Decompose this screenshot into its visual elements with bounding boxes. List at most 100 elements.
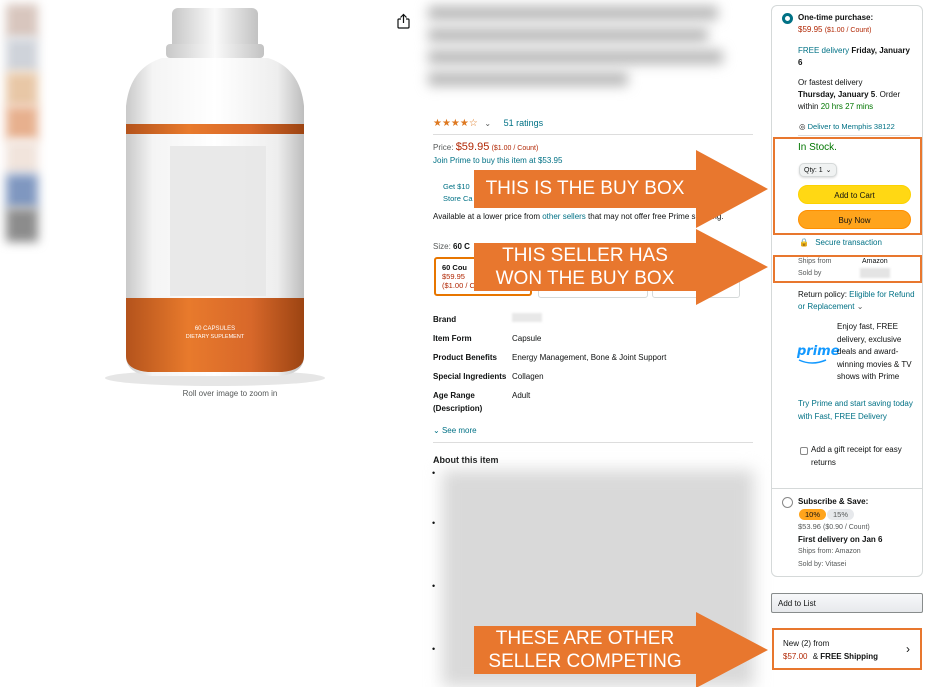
gift-receipt-label: Add a gift receipt for easy returns xyxy=(811,445,902,467)
price-unit: ($1.00 / Count) xyxy=(491,145,539,152)
fastest-delivery: Or fastest delivery Thursday, January 5.… xyxy=(798,77,916,113)
thumbnail[interactable] xyxy=(6,72,38,106)
chevron-down-icon: ⌄ xyxy=(433,426,440,435)
spec-key: Item Form xyxy=(433,334,472,343)
ratings-link[interactable]: 51 ratings xyxy=(504,118,544,128)
bullet-icon: • xyxy=(432,468,436,478)
countdown: 20 hrs 27 mins xyxy=(820,102,874,111)
deliver-to-row[interactable]: ◎ Deliver to Memphis 38122 xyxy=(799,122,895,131)
share-icon[interactable] xyxy=(395,13,412,30)
see-more-label: See more xyxy=(441,426,477,435)
secure-row[interactable]: 🔒 Secure transaction xyxy=(799,238,882,247)
coupon-line-2: Store Ca xyxy=(443,194,473,203)
callout-arrow-icon xyxy=(696,612,768,687)
secure-link: Secure transaction xyxy=(815,238,882,247)
spec-value: Energy Management, Bone & Joint Support xyxy=(512,353,667,362)
zoom-hint: Roll over image to zoom in xyxy=(182,389,278,398)
spec-value: Adult xyxy=(512,391,531,400)
divider xyxy=(433,134,753,135)
one-time-price: $59.95 xyxy=(798,25,823,34)
subscribe-radio[interactable] xyxy=(782,497,793,508)
delivery-info: FREE delivery Friday, January 6 xyxy=(798,45,916,69)
try-prime-link[interactable]: Try Prime and start saving today with Fa… xyxy=(798,398,914,423)
other-sellers-highlight xyxy=(772,628,922,670)
label-supplement: DIETARY SUPLEMENT xyxy=(186,334,245,340)
subscribe-sold-by: Sold by: Vitasei xyxy=(798,561,847,568)
one-time-unit: ($1.00 / Count) xyxy=(824,27,872,34)
one-time-radio[interactable] xyxy=(782,13,793,24)
join-prime-link[interactable]: Join Prime xyxy=(433,156,471,165)
spec-row: Item Form Capsule xyxy=(433,332,753,345)
label-capsules: 60 CAPSULES xyxy=(195,326,235,332)
spec-key: Special Ingredients xyxy=(433,372,507,381)
thumbnail[interactable] xyxy=(6,106,38,140)
bullet-icon: • xyxy=(432,644,436,654)
spec-key: Brand xyxy=(433,315,457,324)
subscribe-label: Subscribe & Save: xyxy=(798,497,869,506)
coupon-line-1: Get $10 xyxy=(443,182,470,191)
add-to-list-button[interactable]: Add to List xyxy=(771,593,923,613)
prime-description: Enjoy fast, FREE delivery, exclusive dea… xyxy=(837,322,912,381)
availability-note: Available at a lower price from other se… xyxy=(433,211,733,223)
spec-row: Age Range (Description) Adult xyxy=(433,389,753,415)
one-time-label: One-time purchase: xyxy=(798,13,874,22)
thumbnail[interactable] xyxy=(6,38,38,72)
see-more-link[interactable]: ⌄ See more xyxy=(433,426,477,435)
fastest-text: Or fastest delivery xyxy=(798,78,863,87)
thumbnail[interactable] xyxy=(6,174,38,208)
spec-row: Product Benefits Energy Management, Bone… xyxy=(433,351,753,364)
thumbnail[interactable] xyxy=(6,4,38,38)
product-specs: Brand Item Form Capsule Product Benefits… xyxy=(433,313,753,421)
spec-row: Special Ingredients Collagen xyxy=(433,370,753,383)
spec-value-redacted xyxy=(512,313,753,326)
thumbnail[interactable] xyxy=(6,140,38,174)
location-pin-icon: ◎ xyxy=(799,122,806,131)
seller-callout-line-1: THIS SELLER HAS xyxy=(502,245,668,266)
thumbnail[interactable] xyxy=(6,208,38,242)
seller-highlight xyxy=(773,255,922,283)
deliver-to-link: Deliver to Memphis 38122 xyxy=(807,122,895,131)
coupon-offer[interactable]: Get $10 Store Ca xyxy=(443,181,473,205)
divider xyxy=(771,488,923,489)
product-image[interactable]: 60 CAPSULES DIETARY SUPLEMENT xyxy=(92,6,338,386)
other-sellers-callout: THESE ARE OTHER SELLER COMPETING xyxy=(474,626,696,674)
spec-key: Product Benefits xyxy=(433,353,498,362)
spec-value: Capsule xyxy=(512,334,542,343)
prime-offer: Join Prime to buy this item at $53.95 xyxy=(433,156,562,165)
size-value: 60 C xyxy=(453,242,470,251)
size-label-row: Size: 60 C xyxy=(433,242,470,251)
first-delivery: First delivery on Jan 6 xyxy=(798,535,883,544)
return-policy: Return policy: Eligible for Refund or Re… xyxy=(798,289,916,313)
subscribe-ships-from: Ships from: Amazon xyxy=(798,548,861,555)
star-rating-icon[interactable]: ★★★★☆ xyxy=(433,118,478,129)
prime-offer-text[interactable]: to buy this item at $53.95 xyxy=(473,156,562,165)
avail-text-1: Available at a lower price from xyxy=(433,212,543,221)
one-time-price-row: $59.95 ($1.00 / Count) xyxy=(798,24,871,37)
spec-row: Brand xyxy=(433,313,753,326)
buy-box-highlight xyxy=(773,137,922,235)
other-sellers-link[interactable]: other sellers xyxy=(542,212,586,221)
price-row: Price: $59.95 ($1.00 / Count) xyxy=(433,141,538,153)
divider xyxy=(433,442,753,443)
discount-15-badge[interactable]: 15% xyxy=(827,509,855,520)
price-value: $59.95 xyxy=(455,141,490,153)
spec-value: Collagen xyxy=(512,372,544,381)
free-delivery-link[interactable]: FREE delivery xyxy=(798,46,849,55)
divider xyxy=(798,135,910,136)
thumbnail-strip xyxy=(6,4,38,242)
chevron-down-icon[interactable]: ⌄ xyxy=(484,119,491,128)
lock-icon: 🔒 xyxy=(799,238,809,247)
size-label: Size: xyxy=(433,242,454,251)
callout-arrow-icon xyxy=(696,229,768,305)
product-title-blurred xyxy=(428,6,728,112)
rating-row: ★★★★☆ ⌄ 51 ratings xyxy=(433,118,543,129)
gift-receipt-checkbox[interactable] xyxy=(800,447,808,455)
callout-arrow-icon xyxy=(696,150,768,228)
prime-logo: prime xyxy=(797,344,840,364)
discount-10-badge[interactable]: 10% xyxy=(799,509,827,520)
buy-box-callout: THIS IS THE BUY BOX xyxy=(474,170,696,208)
bullet-icon: • xyxy=(432,518,436,528)
seller-callout: THIS SELLER HAS WON THE BUY BOX xyxy=(474,243,696,291)
fastest-day: Thursday, January 5 xyxy=(798,90,876,99)
prime-smile-icon xyxy=(798,359,827,364)
